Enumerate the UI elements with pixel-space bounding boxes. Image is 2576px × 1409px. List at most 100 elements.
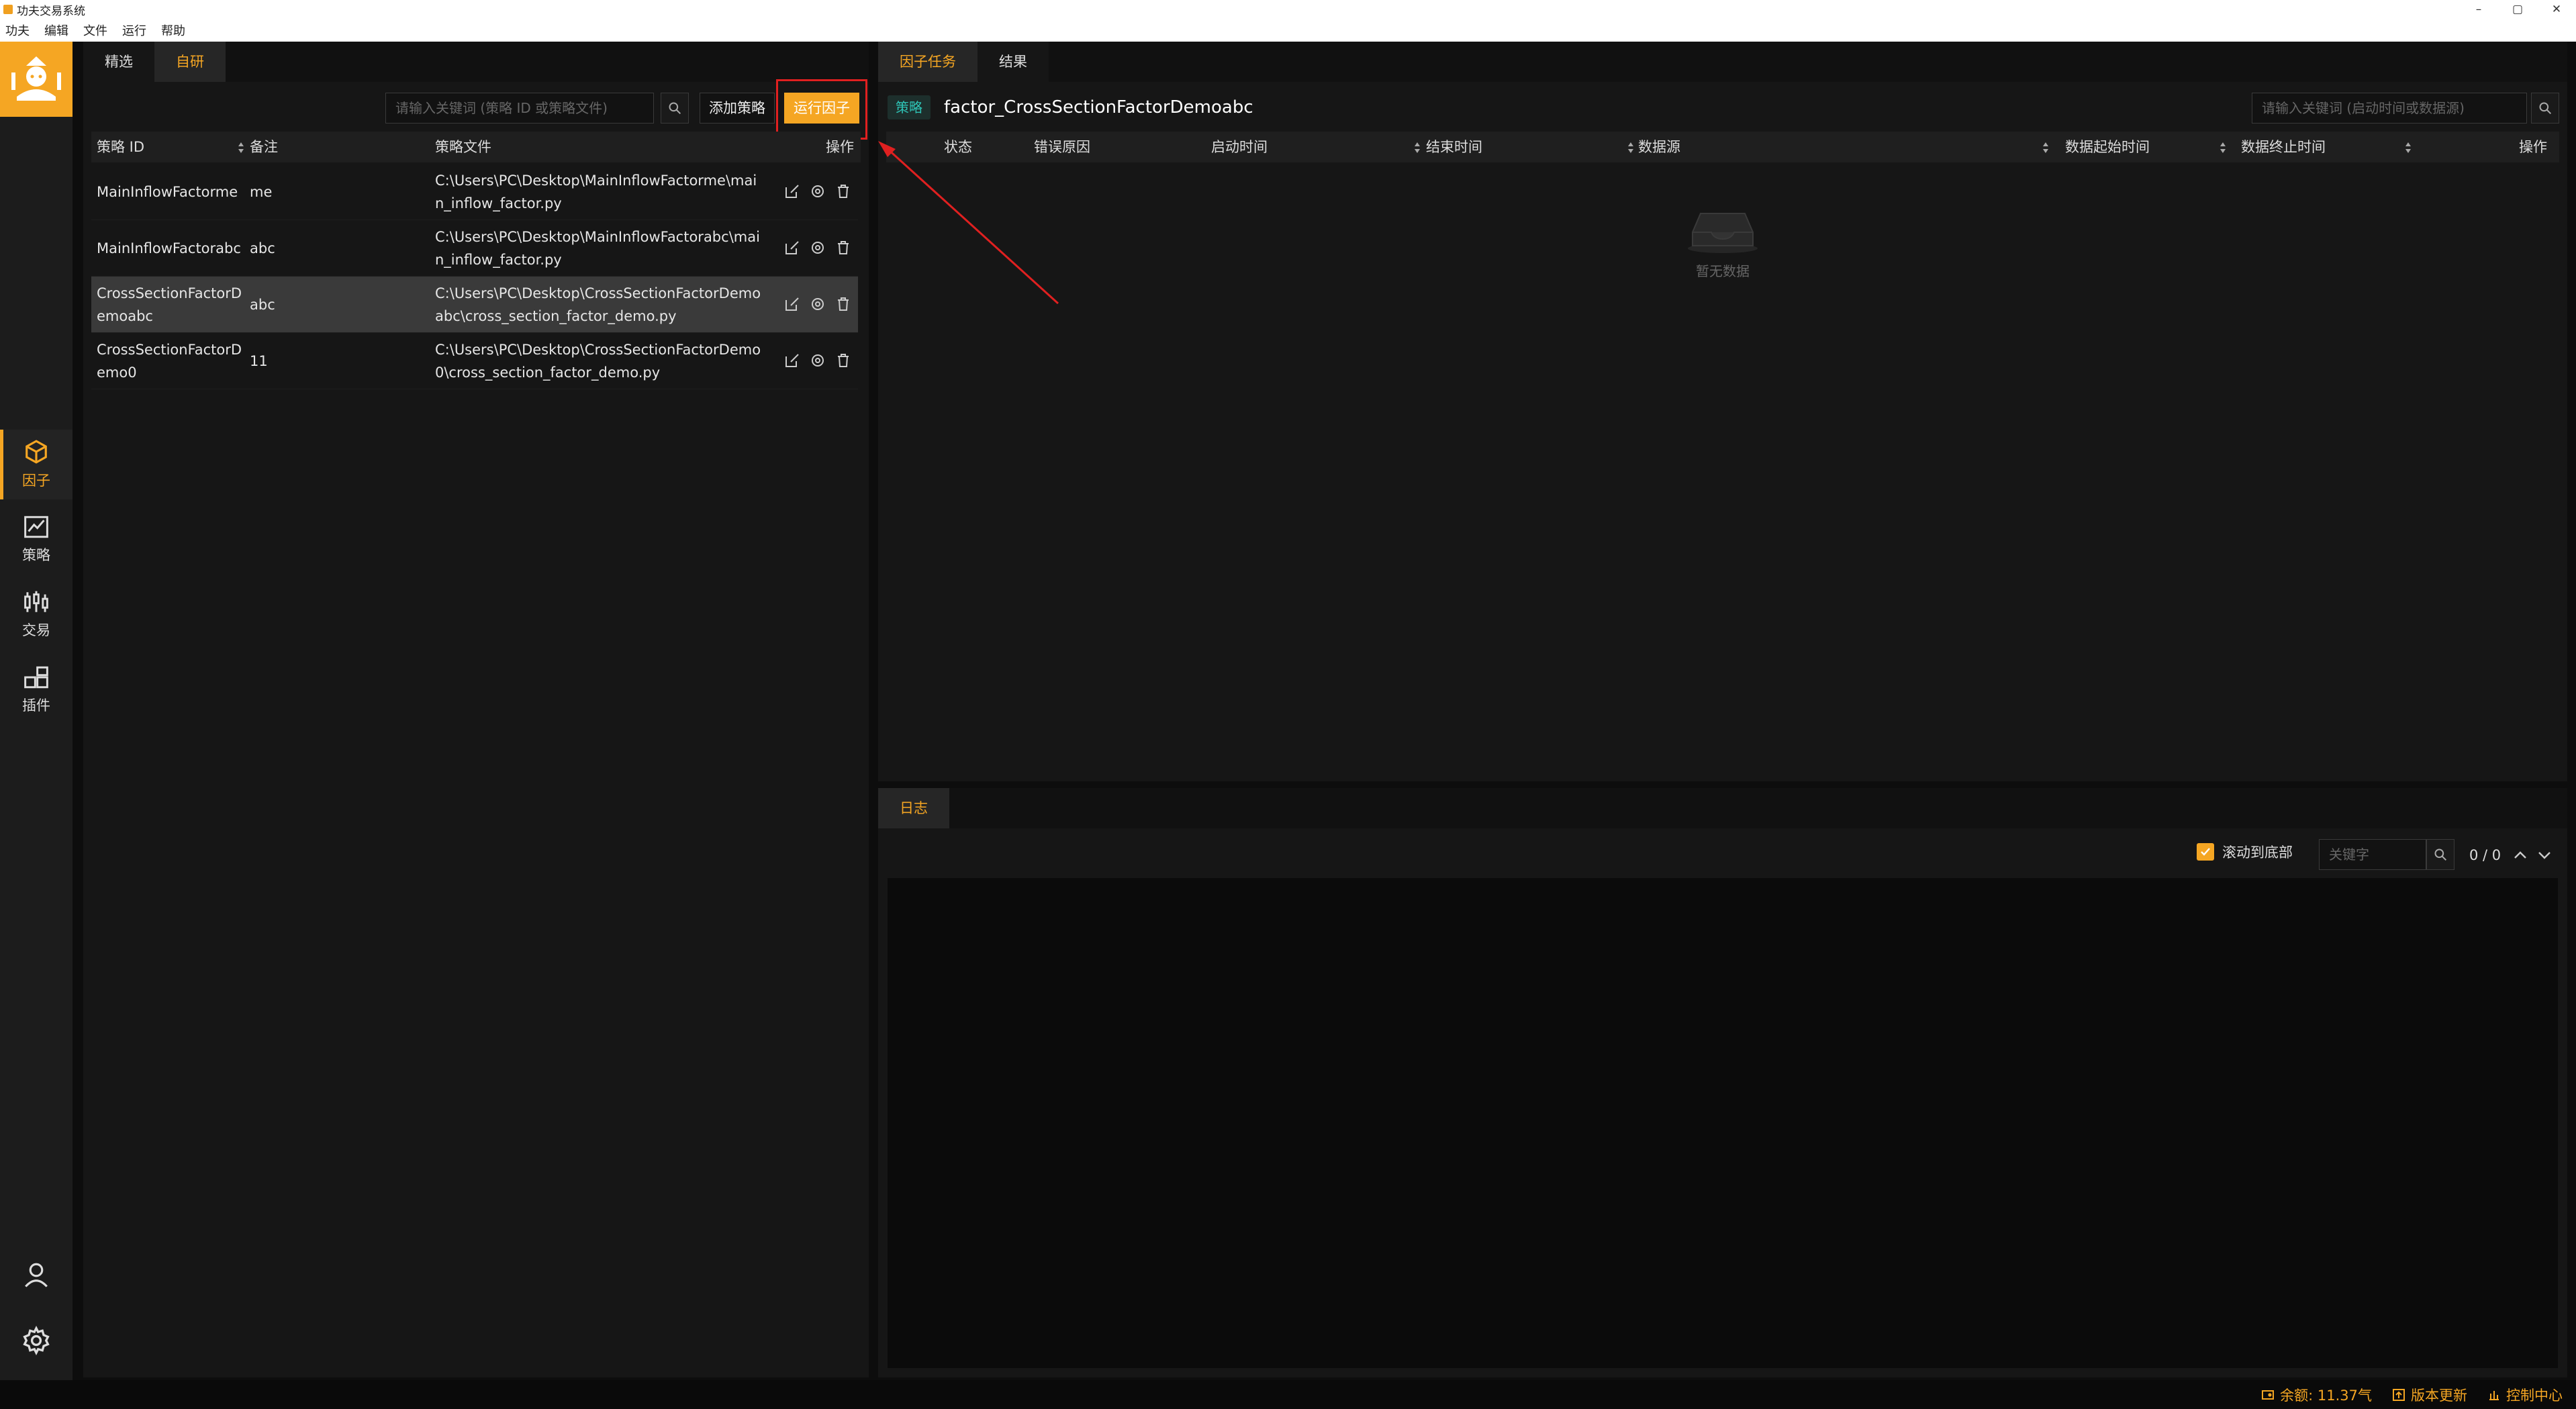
log-search-button[interactable] — [2426, 839, 2454, 870]
log-panel: 日志 滚动到底部 关键字 0 / 0 — [878, 788, 2567, 1377]
chevron-up-icon[interactable] — [2512, 847, 2528, 863]
edit-icon[interactable] — [784, 240, 800, 256]
add-strategy-button[interactable]: 添加策略 — [700, 93, 775, 124]
task-search-button[interactable] — [2531, 93, 2559, 124]
window-title: 功夫交易系统 — [17, 4, 85, 18]
task-search-input[interactable]: 请输入关键词 (启动时间或数据源) — [2252, 93, 2527, 124]
log-tabbar — [878, 788, 2567, 828]
cell-strategy-file: C:\Users\PC\Desktop\CrossSectionFactorDe… — [435, 342, 761, 381]
menu-help[interactable]: 帮助 — [161, 21, 185, 39]
col-task-actions: 操作 — [2519, 139, 2547, 155]
strategy-table-header: 策略 ID 备注 策略文件 操作 — [91, 132, 861, 162]
tab-self-research[interactable]: 自研 — [154, 42, 226, 82]
sidebar-label-plugin: 插件 — [22, 697, 50, 714]
cell-strategy-id: CrossSectionFactorDemo0 — [97, 342, 242, 381]
col-data-start: 数据起始时间 — [2065, 139, 2150, 155]
window-titlebar: 功夫交易系统 – ▢ ✕ — [0, 0, 2576, 19]
table-row[interactable]: CrossSectionFactorDemo0 11 C:\Users\PC\D… — [91, 333, 858, 389]
col-strategy-file: 策略文件 — [435, 139, 491, 155]
table-row[interactable]: MainInflowFactorabc abc C:\Users\PC\Desk… — [91, 220, 858, 277]
col-end-time: 结束时间 — [1426, 139, 1482, 155]
settings-icon[interactable] — [810, 183, 826, 199]
annotation-arrow — [878, 141, 1059, 305]
blocks-icon — [24, 666, 48, 689]
tab-result[interactable]: 结果 — [977, 42, 1049, 82]
edit-icon[interactable] — [784, 352, 800, 369]
sidebar-item-trade[interactable]: 交易 — [0, 580, 73, 650]
cell-strategy-file: C:\Users\PC\Desktop\MainInflowFactorabc\… — [435, 229, 760, 268]
sort-icon[interactable] — [2220, 141, 2226, 154]
cell-strategy-id: CrossSectionFactorDemoabc — [97, 285, 242, 324]
col-start-time: 启动时间 — [1211, 139, 1268, 155]
sort-icon[interactable] — [1627, 141, 1634, 154]
sort-icon[interactable] — [2405, 141, 2412, 154]
menu-run[interactable]: 运行 — [122, 21, 146, 39]
version-update-button[interactable]: 版本更新 — [2392, 1385, 2467, 1405]
menu-kungfu[interactable]: 功夫 — [5, 21, 30, 39]
delete-icon[interactable] — [835, 240, 851, 256]
update-text: 版本更新 — [2411, 1387, 2467, 1404]
balance-indicator[interactable]: 余额: 11.37气 — [2261, 1385, 2372, 1405]
settings-icon[interactable] — [810, 240, 826, 256]
kungfu-logo-icon — [11, 56, 61, 101]
cell-note: abc — [250, 297, 275, 313]
settings-button[interactable] — [0, 1310, 73, 1371]
cell-note: abc — [250, 240, 275, 256]
log-match-counter: 0 / 0 — [2469, 847, 2501, 863]
empty-inbox-icon — [1688, 213, 1758, 253]
cell-strategy-file: C:\Users\PC\Desktop\CrossSectionFactorDe… — [435, 285, 761, 324]
empty-state: 暂无数据 — [1656, 205, 1790, 280]
search-icon — [2434, 848, 2447, 861]
checkbox-icon[interactable] — [2197, 843, 2214, 861]
cell-strategy-id: MainInflowFactorme — [97, 184, 238, 200]
tab-log[interactable]: 日志 — [878, 788, 949, 828]
sidebar: 因子 策略 交易 插件 — [0, 42, 73, 1380]
edit-icon[interactable] — [784, 296, 800, 312]
strategy-tag: 策略 — [888, 95, 931, 119]
strategy-panel: 精选 自研 请输入关键词 (策略 ID 或策略文件) 添加策略 运行因子 策略 … — [83, 42, 869, 1377]
task-tabbar — [878, 42, 2567, 82]
scroll-to-bottom-toggle[interactable]: 滚动到底部 — [2197, 842, 2293, 862]
menu-edit[interactable]: 编辑 — [44, 21, 68, 39]
sort-icon[interactable] — [238, 141, 244, 154]
factor-task-panel: 因子任务 结果 策略 factor_CrossSectionFactorDemo… — [878, 42, 2567, 781]
edit-icon[interactable] — [784, 183, 800, 199]
control-center-button[interactable]: 控制中心 — [2487, 1385, 2563, 1405]
log-keyword-input[interactable]: 关键字 — [2319, 839, 2426, 870]
delete-icon[interactable] — [835, 183, 851, 199]
minimize-button[interactable]: – — [2459, 0, 2498, 19]
table-row[interactable]: CrossSectionFactorDemoabc abc C:\Users\P… — [91, 277, 858, 333]
user-button[interactable] — [0, 1245, 73, 1305]
col-actions: 操作 — [826, 139, 854, 155]
delete-icon[interactable] — [835, 352, 851, 369]
gear-icon — [23, 1326, 50, 1355]
balance-text: 余额: 11.37气 — [2280, 1387, 2372, 1404]
chevron-down-icon[interactable] — [2536, 847, 2553, 863]
close-button[interactable]: ✕ — [2537, 0, 2576, 19]
table-row[interactable]: MainInflowFactorme me C:\Users\PC\Deskto… — [91, 164, 858, 220]
col-data-end: 数据终止时间 — [2241, 139, 2326, 155]
sidebar-label-trade: 交易 — [22, 622, 50, 638]
sort-icon[interactable] — [2042, 141, 2049, 154]
control-center-text: 控制中心 — [2506, 1387, 2563, 1404]
tab-factor-task[interactable]: 因子任务 — [878, 42, 977, 82]
control-center-icon — [2489, 1390, 2499, 1400]
empty-text: 暂无数据 — [1696, 263, 1750, 279]
settings-icon[interactable] — [810, 352, 826, 369]
sidebar-label-factor: 因子 — [22, 473, 50, 489]
sidebar-item-strategy[interactable]: 策略 — [0, 505, 73, 575]
settings-icon[interactable] — [810, 296, 826, 312]
delete-icon[interactable] — [835, 296, 851, 312]
cell-strategy-id: MainInflowFactorabc — [97, 240, 241, 256]
sidebar-item-factor[interactable]: 因子 — [0, 430, 73, 499]
tab-featured[interactable]: 精选 — [83, 42, 154, 82]
sidebar-item-plugin[interactable]: 插件 — [0, 655, 73, 725]
strategy-search-button[interactable] — [661, 93, 689, 124]
strategy-table-body: MainInflowFactorme me C:\Users\PC\Deskto… — [91, 164, 861, 392]
maximize-button[interactable]: ▢ — [2498, 0, 2537, 19]
menu-file[interactable]: 文件 — [83, 21, 107, 39]
sidebar-label-strategy: 策略 — [22, 547, 50, 563]
strategy-name: factor_CrossSectionFactorDemoabc — [944, 97, 1253, 117]
strategy-search-input[interactable]: 请输入关键词 (策略 ID 或策略文件) — [385, 93, 654, 124]
sort-icon[interactable] — [1414, 141, 1421, 154]
